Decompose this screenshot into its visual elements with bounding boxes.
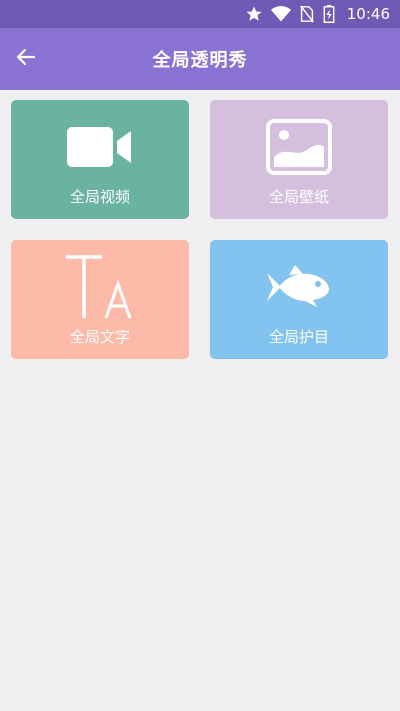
- app-bar: 全局透明秀: [0, 28, 400, 90]
- star-icon: [245, 5, 263, 23]
- tile-label: 全局视频: [69, 188, 130, 206]
- no-sim-icon: [299, 5, 315, 23]
- tile-global-eye-care[interactable]: 全局护目: [210, 240, 388, 359]
- fish-icon: [210, 252, 388, 322]
- text-icon: [11, 252, 189, 322]
- image-icon: [210, 112, 388, 182]
- battery-charging-icon: [323, 5, 335, 23]
- tile-global-text[interactable]: 全局文字: [11, 240, 189, 359]
- wifi-icon: [270, 5, 291, 23]
- tile-global-video[interactable]: 全局视频: [11, 100, 189, 219]
- video-camera-icon: [11, 112, 189, 182]
- tile-global-wallpaper[interactable]: 全局壁纸: [210, 100, 388, 219]
- status-bar: 10:46: [0, 0, 400, 28]
- status-time: 10:46: [346, 5, 390, 23]
- tile-label: 全局文字: [69, 328, 130, 346]
- page-title: 全局透明秀: [152, 50, 248, 71]
- tile-label: 全局护目: [268, 328, 329, 346]
- tile-label: 全局壁纸: [268, 188, 329, 206]
